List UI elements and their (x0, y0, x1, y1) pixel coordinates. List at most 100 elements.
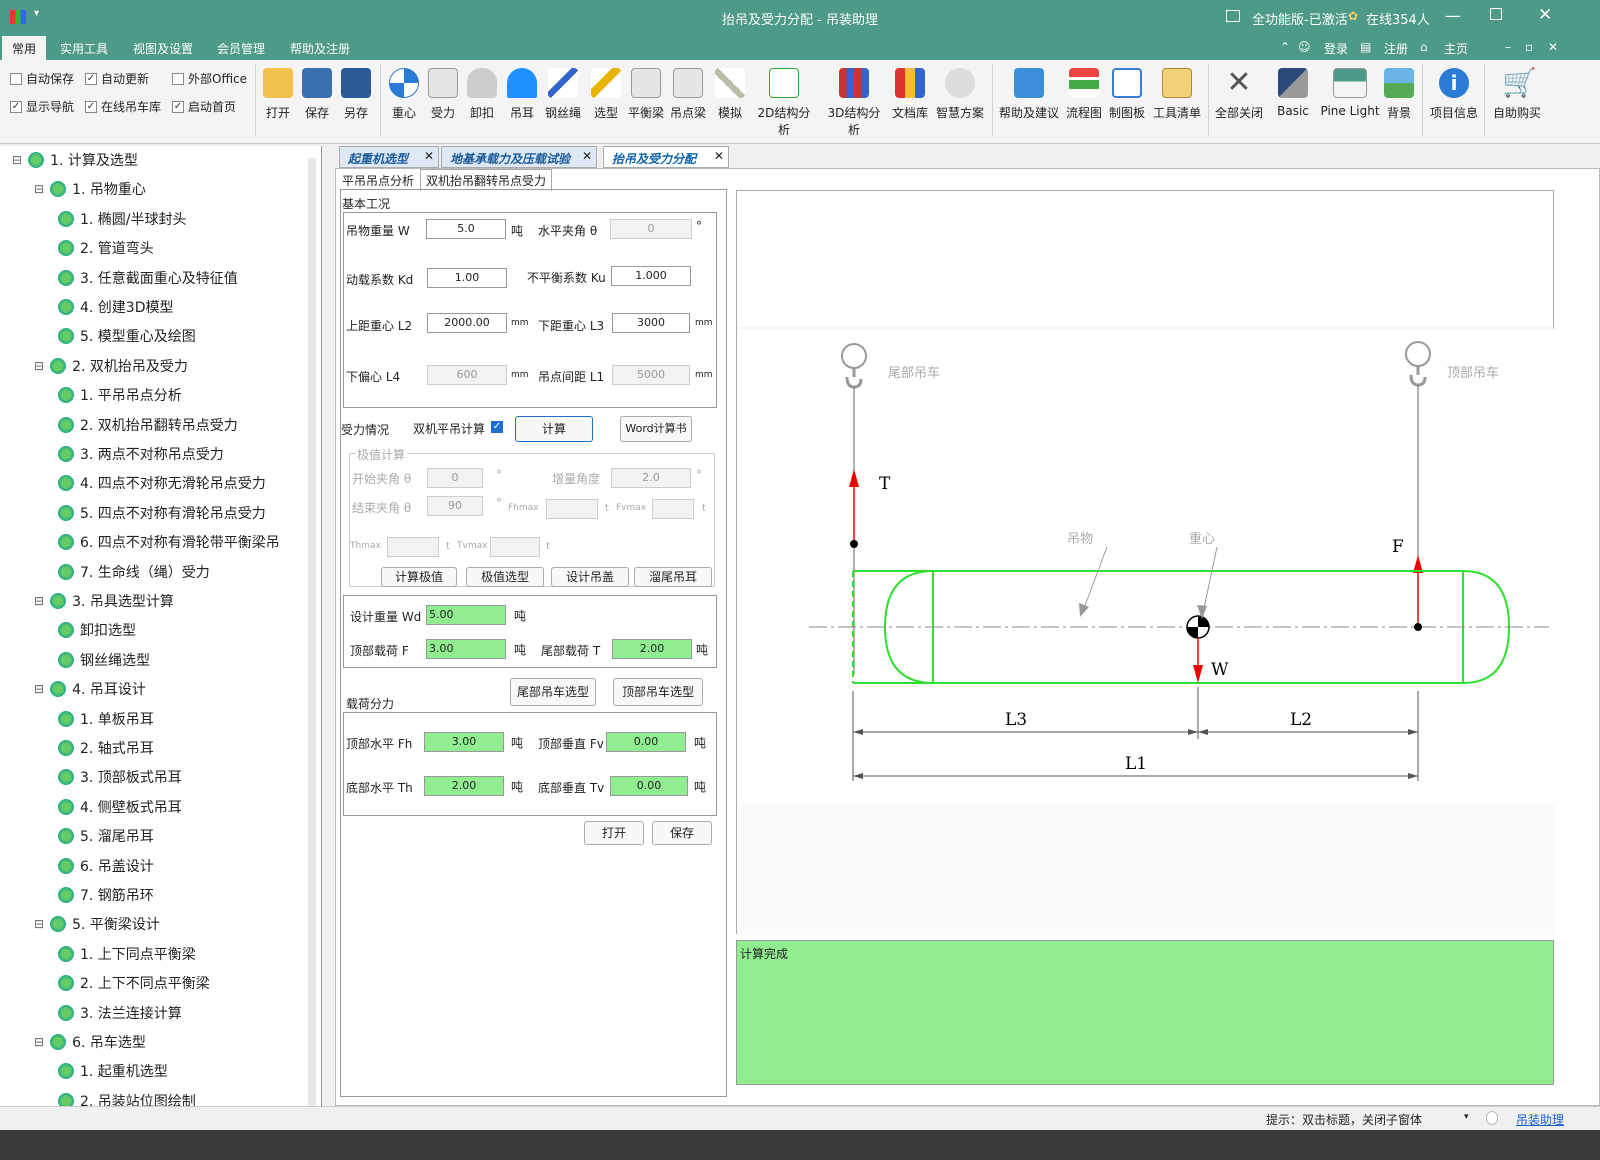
close-all-button[interactable]: ✕ 全部关闭 (1213, 64, 1265, 136)
restore-icon[interactable] (1490, 8, 1502, 20)
balance-beam-button[interactable]: 平衡梁 (626, 64, 666, 136)
option-show-nav[interactable]: ✓ 显示导航 (10, 98, 74, 115)
status-toggle-icon[interactable] (1486, 1111, 1498, 1125)
tree-group[interactable]: ⊟ 6. 吊车选型 (34, 1032, 146, 1052)
flat-calc-checkbox[interactable]: ✓ (491, 421, 503, 433)
tree-item[interactable]: 钢丝绳选型 (58, 650, 150, 670)
tree-item[interactable]: 2. 双机抬吊翻转吊点受力 (58, 415, 238, 435)
option-autoupdate[interactable]: ✓ 自动更新 (85, 70, 149, 87)
checkbox[interactable]: ✓ (85, 100, 97, 113)
tree-item[interactable]: 1. 平吊吊点分析 (58, 385, 182, 405)
expand-collapse-icon[interactable]: ⊟ (34, 359, 44, 373)
calc-extreme-button[interactable]: 计算极值 (381, 567, 457, 587)
l4-input[interactable]: 600 (427, 365, 507, 385)
selection-button[interactable]: 选型 (590, 64, 622, 136)
ku-input[interactable]: 1.000 (611, 266, 691, 286)
collapse-ribbon-icon[interactable]: ⌃ (1280, 40, 1290, 54)
drawing-board-button[interactable]: 制图板 (1107, 64, 1147, 136)
lug-button[interactable]: 吊耳 (506, 64, 538, 136)
tree-item[interactable]: 1. 单板吊耳 (58, 709, 154, 729)
project-info-button[interactable]: i 项目信息 (1428, 64, 1480, 136)
subtab-dual-crane-rotation[interactable]: 双机抬吊翻转吊点受力 (420, 169, 553, 191)
minimize-icon[interactable]: — (1445, 6, 1461, 25)
close-icon[interactable]: ✕ (1538, 5, 1552, 25)
start-angle-input[interactable]: 0 (427, 468, 483, 488)
mdi-close-icon[interactable]: ✕ (1548, 40, 1558, 54)
expand-collapse-icon[interactable]: ⊟ (12, 153, 22, 167)
help-feedback-button[interactable]: 帮助及建议 (998, 64, 1060, 136)
tree-group[interactable]: ⊟ 1. 吊物重心 (34, 179, 146, 199)
tool-list-button[interactable]: 工具清单 (1151, 64, 1203, 136)
tree-item[interactable]: 4. 四点不对称无滑轮吊点受力 (58, 473, 266, 493)
wire-rope-button[interactable]: 钢丝绳 (545, 64, 581, 136)
tree-item[interactable]: 6. 吊盖设计 (58, 856, 154, 876)
save-as-button[interactable]: 另存 (340, 64, 372, 136)
l2-input[interactable]: 2000.00 (427, 313, 507, 333)
theme-pine-light-button[interactable]: Pine Light (1320, 64, 1380, 136)
background-button[interactable]: 背景 (1383, 64, 1415, 136)
tab-view-settings[interactable]: 视图及设置 (133, 40, 193, 57)
tree-item[interactable]: 3. 法兰连接计算 (58, 1003, 182, 1023)
expand-collapse-icon[interactable]: ⊟ (34, 917, 44, 931)
tree-group[interactable]: ⊟ 3. 吊具选型计算 (34, 591, 174, 611)
kd-input[interactable]: 1.00 (427, 268, 507, 288)
self-purchase-button[interactable]: 🛒 自助购买 (1490, 64, 1544, 136)
end-angle-input[interactable]: 90 (427, 496, 483, 516)
top-crane-selection-button[interactable]: 顶部吊车选型 (613, 678, 703, 706)
save-button[interactable]: 保存 (301, 64, 333, 136)
tab-help-register[interactable]: 帮助及注册 (290, 40, 350, 57)
tree-item[interactable]: 5. 四点不对称有滑轮吊点受力 (58, 503, 266, 523)
doc-tab-force-distribution[interactable]: 抬吊及受力分配 ✕ (603, 146, 729, 168)
tree-item[interactable]: 6. 四点不对称有滑轮带平衡梁吊 (58, 532, 280, 552)
tree-scrollbar[interactable] (308, 158, 316, 1116)
tree-item[interactable]: 5. 模型重心及绘图 (58, 326, 196, 346)
tail-lug-button[interactable]: 溜尾吊耳 (634, 567, 712, 587)
tree-root[interactable]: ⊟ 1. 计算及选型 (12, 150, 138, 170)
smart-plan-button[interactable]: 智慧方案 (934, 64, 986, 136)
tree-item[interactable]: 7. 生命线（绳）受力 (58, 562, 210, 582)
home-link[interactable]: 主页 (1444, 40, 1468, 57)
tree-group[interactable]: ⊟ 5. 平衡梁设计 (34, 914, 160, 934)
tab-tools[interactable]: 实用工具 (60, 40, 108, 57)
force-button[interactable]: 受力 (427, 64, 459, 136)
doc-tab-foundation-bearing[interactable]: 地基承载力及压载试验 ✕ (441, 146, 597, 168)
save-file-button[interactable]: 保存 (652, 821, 712, 845)
tab-close-icon[interactable]: ✕ (424, 149, 434, 163)
doc-tab-crane-selection[interactable]: 起重机选型 ✕ (339, 146, 439, 168)
l3-input[interactable]: 3000 (612, 313, 690, 333)
mdi-minimize-icon[interactable]: – (1505, 40, 1511, 54)
tree-item[interactable]: 1. 椭圆/半球封头 (58, 209, 187, 229)
tab-membership[interactable]: 会员管理 (217, 40, 265, 57)
checkbox[interactable] (172, 72, 184, 85)
tree-item[interactable]: 4. 创建3D模型 (58, 297, 174, 317)
checkbox[interactable]: ✓ (10, 100, 22, 113)
word-report-button[interactable]: Word计算书 (620, 416, 692, 442)
option-online-crane-db[interactable]: ✓ 在线吊车库 (85, 98, 161, 115)
mdi-restore-icon[interactable]: ▫ (1525, 40, 1533, 54)
lifting-beam-button[interactable]: 吊点梁 (668, 64, 708, 136)
cog-button[interactable]: 重心 (388, 64, 420, 136)
design-cover-button[interactable]: 设计吊盖 (551, 567, 629, 587)
open-button[interactable]: 打开 (262, 64, 294, 136)
shackle-button[interactable]: 卸扣 (466, 64, 498, 136)
open-file-button[interactable]: 打开 (584, 821, 644, 845)
angle-input[interactable]: 0 (610, 219, 692, 239)
theme-basic-button[interactable]: Basic (1271, 64, 1315, 136)
weight-input[interactable]: 5.0 (426, 219, 506, 239)
simulate-button[interactable]: 模拟 (714, 64, 746, 136)
flowchart-button[interactable]: 流程图 (1065, 64, 1103, 136)
subtab-flat-lift[interactable]: 平吊吊点分析 (342, 172, 414, 189)
tree-item[interactable]: 卸扣选型 (58, 620, 136, 640)
tree-item[interactable]: 2. 管道弯头 (58, 238, 154, 258)
expand-collapse-icon[interactable]: ⊟ (34, 682, 44, 696)
tab-common[interactable]: 常用 (2, 36, 47, 60)
expand-collapse-icon[interactable]: ⊟ (34, 1035, 44, 1049)
tree-group[interactable]: ⊟ 4. 吊耳设计 (34, 679, 146, 699)
l1-input[interactable]: 5000 (612, 365, 690, 385)
tab-close-icon[interactable]: ✕ (714, 149, 724, 163)
tab-close-icon[interactable]: ✕ (582, 149, 592, 163)
expand-collapse-icon[interactable]: ⊟ (34, 182, 44, 196)
option-autosave[interactable]: 自动保存 (10, 70, 74, 87)
option-external-office[interactable]: 外部Office (172, 70, 247, 87)
register-link[interactable]: 注册 (1384, 40, 1408, 57)
